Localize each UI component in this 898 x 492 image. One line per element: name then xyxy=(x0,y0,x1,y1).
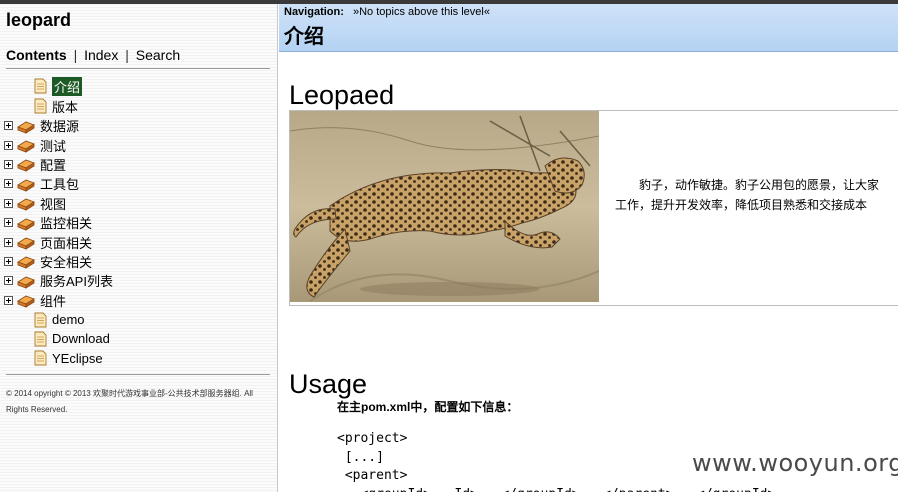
toc-item-label: 组件 xyxy=(40,293,67,309)
expand-toggle-icon[interactable] xyxy=(4,198,13,208)
brand-title: leopard xyxy=(6,10,72,30)
toc-item-label: 服务API列表 xyxy=(40,274,113,290)
tab-separator: | xyxy=(125,47,129,63)
page-icon xyxy=(33,312,47,328)
usage-instruction: 在主pom.xml中，配置如下信息： xyxy=(337,400,519,414)
leopard-photo xyxy=(290,111,599,302)
toc-item-label: 安全相关 xyxy=(40,254,93,270)
toc-item[interactable]: 安全相关 xyxy=(4,252,113,271)
page-title: 介绍 xyxy=(284,24,324,48)
toc-item-label: 版本 xyxy=(52,99,79,115)
sidebar: leopard Contents | Index | Search 介绍版本数据… xyxy=(0,4,278,492)
sidebar-tabs: Contents | Index | Search xyxy=(6,47,180,63)
toc-item-label: 视图 xyxy=(40,196,67,212)
toc-item-label: 工具包 xyxy=(40,177,80,193)
book-icon xyxy=(17,176,35,192)
expand-toggle-icon[interactable] xyxy=(4,218,13,228)
code-line: <groupId>...Id>...</groupId>...</parent>… xyxy=(337,486,775,492)
toc-item-label: 配置 xyxy=(40,157,67,173)
expand-toggle-icon[interactable] xyxy=(4,159,13,169)
expand-toggle-icon[interactable] xyxy=(4,179,13,189)
description-line: 豹子，动作敏捷。豹子公用包的愿景，让大家 xyxy=(639,178,880,192)
toc-item[interactable]: 测试 xyxy=(4,135,113,154)
description-line: 工作，提升开发效率，降低项目熟悉和交接成本 xyxy=(615,198,868,212)
toc-item[interactable]: 配置 xyxy=(4,155,113,174)
toc-item[interactable]: 页面相关 xyxy=(4,232,113,251)
tab-contents[interactable]: Contents xyxy=(6,47,67,63)
expand-toggle-icon[interactable] xyxy=(4,295,13,305)
navigation-header: Navigation: »No topics above this level«… xyxy=(279,4,898,52)
section-title-leopaed: Leopaed xyxy=(289,80,395,111)
toc-item[interactable]: YEclipse xyxy=(4,349,113,368)
section-title-usage: Usage xyxy=(289,369,368,400)
toc-item-label: 测试 xyxy=(40,138,67,154)
toc-item-label: 监控相关 xyxy=(40,216,93,232)
book-icon xyxy=(17,273,35,289)
navigation-line: Navigation: »No topics above this level« xyxy=(284,6,490,18)
copyright-line: Rights Reserved. xyxy=(6,405,68,414)
expand-toggle-icon[interactable] xyxy=(4,276,13,286)
book-icon xyxy=(17,253,35,270)
tab-separator: | xyxy=(73,47,78,63)
expand-toggle-icon[interactable] xyxy=(4,256,13,266)
toc-item[interactable]: 工具包 xyxy=(4,174,113,193)
divider xyxy=(6,374,270,375)
toc-item[interactable]: 视图 xyxy=(4,194,113,213)
tab-index[interactable]: Index xyxy=(84,47,118,63)
book-icon xyxy=(17,156,35,173)
copyright-text: © 2014 opyright © 2013 欢聚时代游戏事业部-公共技术部服务… xyxy=(6,386,268,418)
page-icon xyxy=(33,98,47,114)
book-icon xyxy=(17,137,35,153)
page-icon xyxy=(33,331,47,347)
toc-tree: 介绍版本数据源测试配置工具包视图监控相关页面相关安全相关服务API列表 组件 dem… xyxy=(4,76,113,368)
book-icon xyxy=(17,292,35,308)
book-icon xyxy=(17,118,35,134)
toc-item-label: Download xyxy=(52,331,110,347)
toc-item[interactable]: 介绍 xyxy=(4,76,113,96)
book-icon xyxy=(17,234,35,250)
copyright-line: © 2014 opyright © 2013 欢聚时代游戏事业部-公共技术部服务… xyxy=(6,389,253,398)
intro-description: 豹子，动作敏捷。豹子公用包的愿景，让大家 工作，提升开发效率，降低项目熟悉和交接… xyxy=(615,175,898,215)
main-content: Navigation: »No topics above this level«… xyxy=(279,4,898,492)
expand-toggle-icon[interactable] xyxy=(4,121,13,131)
navigation-label: Navigation: xyxy=(284,6,344,18)
toc-item[interactable]: 数据源 xyxy=(4,116,113,135)
expand-toggle-icon[interactable] xyxy=(4,140,13,150)
expand-toggle-icon[interactable] xyxy=(4,237,13,247)
page-icon xyxy=(33,350,47,366)
toc-item[interactable]: demo xyxy=(4,310,113,329)
divider xyxy=(6,68,270,69)
toc-item[interactable]: 监控相关 xyxy=(4,213,113,232)
page-icon xyxy=(33,78,47,94)
toc-item-label: 页面相关 xyxy=(40,235,93,251)
book-icon xyxy=(17,215,35,231)
code-line: <project> xyxy=(337,431,408,446)
tab-search[interactable]: Search xyxy=(136,47,180,63)
toc-item-label: YEclipse xyxy=(52,350,103,366)
watermark-text: www.wooyun.org xyxy=(692,449,898,477)
toc-item[interactable]: 版本 xyxy=(4,96,113,116)
navigation-breadcrumb: »No topics above this level« xyxy=(352,6,490,18)
toc-item[interactable]: 组件 xyxy=(4,291,113,310)
toc-item-label: 介绍 xyxy=(52,76,83,96)
toc-item-label: demo xyxy=(52,312,85,328)
toc-item[interactable]: 服务API列表 xyxy=(4,271,113,290)
feature-box: 豹子，动作敏捷。豹子公用包的愿景，让大家 工作，提升开发效率，降低项目熟悉和交接… xyxy=(289,110,898,306)
book-icon xyxy=(17,195,35,211)
toc-item[interactable]: Download xyxy=(4,329,113,348)
toc-item-label: 数据源 xyxy=(40,119,80,135)
